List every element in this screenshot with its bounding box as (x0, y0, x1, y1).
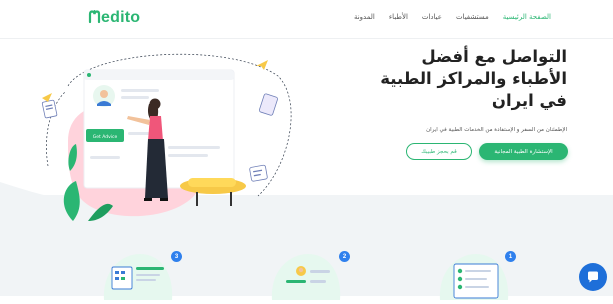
logo[interactable]: edito (88, 9, 140, 27)
top-navbar: edito الصفحة الرئيسية مستشفيات عيادات ال… (0, 0, 613, 39)
nav-item-blog[interactable]: المدونة (354, 13, 375, 21)
hero-headline-line-3: في ايران (491, 91, 567, 110)
step-card-2 (268, 250, 344, 300)
logo-text: edito (101, 9, 141, 26)
nav-item-clinics[interactable]: عيادات (422, 13, 442, 21)
step-card-1 (436, 250, 512, 300)
step-3-illustration (103, 254, 173, 300)
chat-bubble-icon (588, 271, 598, 283)
hero-headline-line-1: التواصل مع أفضل (421, 47, 567, 66)
step-badge-2: 2 (339, 251, 350, 262)
nav-item-home[interactable]: الصفحة الرئيسية (503, 13, 551, 21)
logo-m-icon (88, 9, 101, 27)
step-badge-1: 1 (505, 251, 516, 262)
book-doctor-button[interactable]: قم بحجز طبيبك (406, 143, 472, 160)
step-card-3 (100, 250, 176, 300)
step-2-illustration (271, 254, 341, 300)
free-consultation-button[interactable]: الإستشارة الطبية المجانية (479, 143, 568, 160)
step-badge-3: 3 (171, 251, 182, 262)
hero-subtext: الإطمئنان من السفر و الإستفادة من الخدما… (426, 127, 567, 133)
hero-headline-line-2: الأطباء والمراكز الطبية (380, 69, 567, 88)
hero-headline: التواصل مع أفضل الأطباء والمراكز الطبية … (367, 46, 567, 112)
illustration-button-label: Get Advice (93, 134, 118, 140)
main-menu: الصفحة الرئيسية مستشفيات عيادات الأطباء … (354, 13, 551, 21)
chat-button[interactable] (579, 263, 607, 291)
step-1-illustration (439, 254, 509, 300)
hero-illustration: Get Advice (41, 53, 292, 221)
nav-item-doctors[interactable]: الأطباء (389, 13, 408, 21)
nav-item-hospitals[interactable]: مستشفيات (456, 13, 489, 21)
